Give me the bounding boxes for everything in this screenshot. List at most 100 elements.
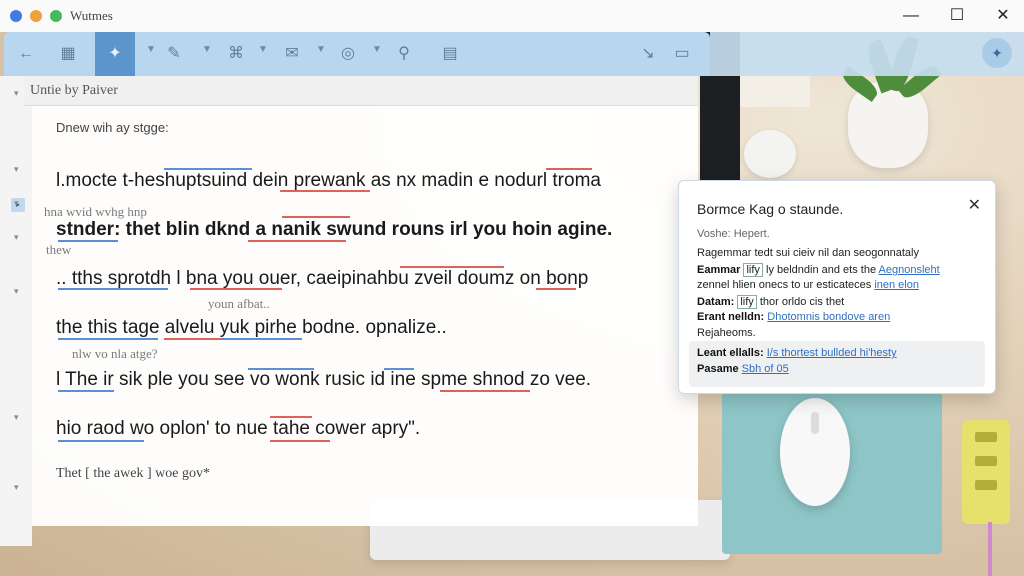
minimize-icon[interactable]: — — [898, 4, 924, 28]
popup-row: Erant nelldn: Dhotomnis bondove aren — [697, 311, 890, 323]
grammar-underline[interactable] — [248, 240, 346, 242]
text-line[interactable]: the this tage alvelu yuk pirhe bodne. op… — [56, 317, 447, 339]
popup-row-label: Leant ellalls: — [697, 347, 764, 359]
grammar-underline[interactable] — [270, 416, 312, 418]
collapse-icon[interactable]: ↘ — [634, 40, 662, 68]
chevron-down-icon[interactable]: ▼ — [316, 44, 326, 55]
popup-subtitle: Voshe: Hepert. — [697, 228, 770, 240]
ghost-text: thew — [46, 242, 72, 257]
document-footer: Thet [ the awek ] woe gov* — [56, 466, 210, 481]
popup-row-label: Datam: — [697, 296, 735, 308]
rail-marker: ▾ — [14, 482, 19, 492]
grammar-underline[interactable] — [282, 216, 350, 218]
chevron-down-icon[interactable]: ▼ — [372, 44, 382, 55]
spell-underline[interactable] — [58, 440, 144, 442]
mug — [744, 130, 796, 178]
text-line[interactable]: .. tths sprotdh l bna you ouer, caeipina… — [56, 268, 588, 290]
secondary-toolbar — [710, 32, 1024, 76]
popup-link[interactable]: Sbh of 05 — [742, 363, 789, 375]
ghost-text: youn afbat.. — [208, 296, 270, 311]
mail-icon[interactable]: ✉ — [278, 40, 306, 68]
document-page — [32, 106, 698, 526]
popup-row: Pasame Sbh of 05 — [697, 363, 789, 375]
popup-row-label: Pasame — [697, 363, 739, 375]
chevron-down-icon[interactable]: ▼ — [202, 44, 212, 55]
spell-underline[interactable] — [164, 168, 252, 170]
suggestion-popup: Bormce Kag o staunde. ✕ Voshe: Hepert. R… — [678, 180, 996, 394]
hub-port — [975, 432, 997, 442]
spell-underline[interactable] — [58, 390, 114, 392]
grammar-underline[interactable] — [440, 390, 530, 392]
text-icon[interactable]: ⌘ — [222, 40, 250, 68]
text-line[interactable]: stnder: thet blin dknd a nanik swund rou… — [56, 219, 612, 241]
spell-underline[interactable] — [248, 368, 314, 370]
toolbar: ← ▦ ✦ ▼ ✎ ▼ ⌘ ▼ ✉ ▼ ◎ ▼ ⚲ ▤ ↘ ▭ — [4, 32, 710, 76]
text-line[interactable]: l The ir sik ple you see vo wonk rusic i… — [56, 369, 591, 391]
popup-row: zennel hlien onecs to ur esticateces ine… — [697, 279, 919, 291]
popup-row-box[interactable]: lify — [743, 263, 763, 277]
title-bar: Wutmes — ☐ ✕ — [0, 0, 1024, 32]
back-arrow-icon[interactable]: ← — [12, 40, 40, 68]
grammar-underline[interactable] — [190, 288, 282, 290]
popup-row: Datam: lify thor orldo cis thet — [697, 295, 844, 309]
grammar-underline[interactable] — [546, 168, 592, 170]
popup-row: Eammar lify ly beldndin and ets the Aegn… — [697, 263, 940, 277]
popup-row-label: Erant nelldn: — [697, 311, 765, 323]
spell-underline[interactable] — [222, 338, 302, 340]
magic-icon[interactable]: ✦ — [95, 32, 135, 76]
popup-row-text: ly beldndin and ets the — [762, 264, 879, 276]
text-line[interactable]: l.mocte t-heshuptsuind dein prewank as n… — [56, 170, 601, 192]
popup-row-box[interactable]: lify — [737, 295, 757, 309]
hub-port — [975, 456, 997, 466]
rail-marker: ▾ — [14, 412, 19, 422]
popup-link[interactable]: Dhotomnis bondove aren — [767, 311, 890, 323]
popup-link[interactable]: I/s thortest bullded hi'hesty — [767, 347, 897, 359]
assistant-icon[interactable]: ✦ — [982, 38, 1012, 68]
rail-marker: ▾ — [14, 232, 19, 242]
document-header-title: Untie by Paiver — [30, 83, 118, 98]
text-line[interactable]: hio raod wo oplon' to nue tahe cower apr… — [56, 418, 420, 440]
window-dot-orange[interactable] — [30, 10, 42, 22]
popup-row-text: thor orldo cis thet — [756, 296, 845, 308]
rail-marker: ▾ — [14, 88, 19, 98]
mouse-wheel — [811, 412, 819, 434]
left-rail: ▾ ▸ ▾ ▾ ▾ ▾ ▾ ▾ — [0, 76, 32, 546]
spell-underline[interactable] — [384, 368, 414, 370]
window-dot-green[interactable] — [50, 10, 62, 22]
popup-link[interactable]: inen elon — [874, 279, 919, 291]
popup-row-text: zennel hlien onecs to ur esticateces — [697, 279, 875, 291]
window-dot-blue[interactable] — [10, 10, 22, 22]
popup-title: Bormce Kag o staunde. — [697, 201, 844, 217]
spell-underline[interactable] — [58, 338, 158, 340]
chevron-down-icon[interactable]: ▼ — [258, 44, 268, 55]
search-icon[interactable]: ⚲ — [390, 40, 418, 68]
ghost-text: hna wvid wvhg hnp — [44, 204, 147, 219]
rail-marker: ▾ — [14, 286, 19, 296]
grammar-underline[interactable] — [280, 190, 370, 192]
maximize-icon[interactable]: ☐ — [944, 4, 970, 28]
save-icon[interactable]: ▤ — [436, 40, 464, 68]
desk-card — [740, 75, 810, 107]
spell-underline[interactable] — [58, 288, 168, 290]
grammar-underline[interactable] — [536, 288, 576, 290]
layout-icon[interactable]: ▭ — [668, 40, 696, 68]
grammar-underline[interactable] — [164, 338, 222, 340]
close-icon[interactable]: ✕ — [968, 195, 981, 215]
record-icon[interactable]: ◎ — [334, 40, 362, 68]
close-icon[interactable]: ✕ — [990, 4, 1016, 28]
popup-row-text: Ragemmar tedt sui cieiv nil dan seogonna… — [697, 247, 919, 259]
popup-row: Leant ellalls: I/s thortest bullded hi'h… — [697, 347, 897, 359]
plant-pot — [848, 82, 928, 168]
grammar-underline[interactable] — [400, 266, 504, 268]
popup-link[interactable]: Aegnonsleht — [879, 264, 940, 276]
grammar-underline[interactable] — [270, 440, 330, 442]
hub-port — [975, 480, 997, 490]
popup-row: Ragemmar tedt sui cieiv nil dan seogonna… — [697, 247, 919, 259]
rail-marker: ▾ — [14, 164, 19, 174]
chevron-down-icon[interactable]: ▼ — [146, 44, 156, 55]
ghost-text: nlw vo nla atge? — [72, 346, 158, 361]
edit-icon[interactable]: ✎ — [160, 40, 188, 68]
grid-icon[interactable]: ▦ — [54, 40, 82, 68]
rail-marker: ▾ — [14, 198, 19, 208]
usb-cable — [988, 522, 992, 576]
